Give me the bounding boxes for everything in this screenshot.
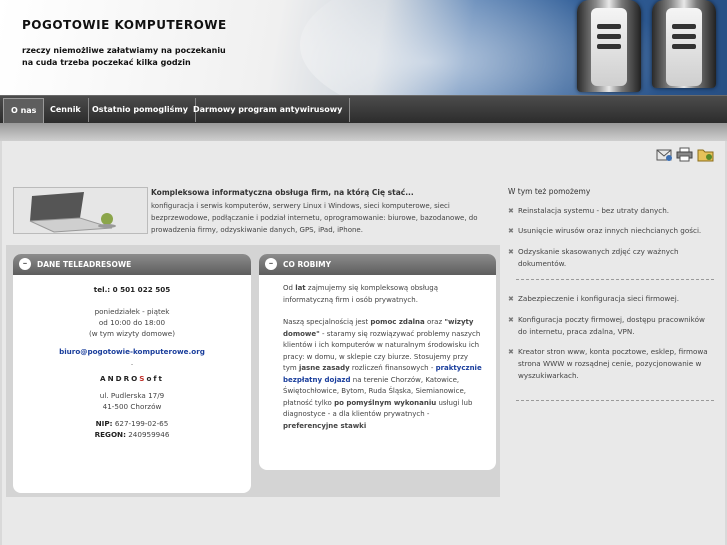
nav-ostatnio-pomoglismy[interactable]: Ostatnio pomogliśmy [85,98,196,122]
subheader-band [0,123,727,141]
bullet-x-icon: ✖ [508,227,514,235]
sidebar-item: ✖ Konfiguracja poczty firmowej, dostępu p… [508,314,713,338]
contact-panel: – DANE TELEADRESOWE tel.: 0 501 022 505 … [13,254,251,493]
bullet-x-icon: ✖ [508,295,514,303]
sidebar-item-label: Odzyskanie skasowanych zdjęć czy ważnych… [518,247,679,268]
phone-number: tel.: 0 501 022 505 [93,285,171,294]
site-tagline: rzeczy niemożliwe załatwiamy na poczekan… [22,45,226,69]
bookmark-folder-icon[interactable] [697,147,714,162]
regon-label: REGON: [94,430,126,439]
services-panel: – CO ROBIMY Od lat zajmujemy się komplek… [259,254,496,470]
text-run: oraz [424,318,445,326]
nav-cennik[interactable]: Cennik [43,98,89,122]
company-name: ANDROSoft [13,373,251,384]
sidebar-item: ✖ Kreator stron www, konta pocztowe, eskl… [508,346,713,382]
sidebar-item: ✖ Odzyskanie skasowanych zdjęć czy ważnyc… [508,246,713,270]
minus-circle-icon[interactable]: – [19,258,31,270]
contact-details: tel.: 0 501 022 505 poniedziałek - piąte… [13,275,251,440]
nip-label: NIP: [95,419,113,428]
sidebar-item-label: Usunięcie wirusów oraz innych niechciany… [518,226,702,235]
site-header: POGOTOWIE KOMPUTEROWE rzeczy niemożliwe … [0,0,727,95]
nip-row: NIP: 627-199-02-65 [13,418,251,429]
text-run-bold: pomoc zdalna [370,318,425,326]
sidebar-divider [516,400,714,401]
regon-row: REGON: 240959946 [13,429,251,440]
sidebar-item-label: Konfiguracja poczty firmowej, dostępu pr… [518,315,705,336]
hours-days: poniedziałek - piątek [94,307,170,316]
services-paragraph-1: Od lat zajmujemy się kompleksową obsługą… [283,283,482,306]
company-name-part: ANDRO [100,374,140,383]
intro-title: Kompleksowa informatyczna obsługa firm, … [151,188,414,197]
sidebar-item: ✖ Reinstalacja systemu - bez utraty danyc… [508,205,713,217]
contact-panel-title: DANE TELEADRESOWE [37,260,132,269]
bullet-x-icon: ✖ [508,207,514,215]
services-panel-header: – CO ROBIMY [259,254,496,275]
main-navigation: O nas Cennik Ostatnio pomogliśmy Darmowy… [0,95,727,124]
separator-dot: . [130,358,134,367]
computer-tower-illustration [652,0,716,88]
services-paragraph-2: Naszą specjalnością jest pomoc zdalna or… [283,317,482,432]
text-run: zajmujemy się kompleksową obsługą inform… [283,284,438,304]
computer-tower-illustration [577,0,641,92]
email-icon[interactable] [656,147,673,162]
intro-text: konfiguracja i serwis komputerów, serwer… [151,202,478,234]
services-panel-title: CO ROBIMY [283,260,332,269]
email-link[interactable]: biuro@pogotowie-komputerowe.org [13,346,251,357]
tagline-line-1: rzeczy niemożliwe załatwiamy na poczekan… [22,46,226,55]
text-run-bold: jasne zasady [298,364,350,372]
sidebar-divider [516,279,714,280]
sidebar-item: ✖ Usunięcie wirusów oraz innych niechcian… [508,225,713,237]
print-icon[interactable] [676,147,693,162]
text-run: Naszą specjalnością jest [283,318,371,326]
tagline-line-2: na cuda trzeba poczekać kilka godzin [22,58,191,67]
text-run-bold: po pomyślnym wykonaniu [334,398,437,407]
nip-value: 627-199-02-65 [114,419,169,428]
minus-circle-icon[interactable]: – [265,258,277,270]
text-run-bold: lat [295,284,306,292]
city-address: 41-500 Chorzów [102,402,162,411]
sidebar-item-label: Zabezpieczenie i konfiguracja sieci firm… [518,294,679,303]
sidebar-heading: W tym też pomożemy [508,187,591,196]
hours-note: (w tym wizyty domowe) [88,329,176,338]
text-run: Od [283,284,296,292]
laptop-photo [13,187,148,234]
sidebar-item: ✖ Zabezpieczenie i konfiguracja sieci fir… [508,293,713,305]
sidebar-item-label: Reinstalacja systemu - bez utraty danych… [518,206,670,215]
regon-value: 240959946 [128,430,170,439]
contact-panel-header: – DANE TELEADRESOWE [13,254,251,275]
bullet-x-icon: ✖ [508,316,514,324]
street-address: ul. Pudlerska 17/9 [99,391,165,400]
text-run-bold: preferencyjne stawki [283,421,367,430]
hours-time: od 10:00 do 18:00 [98,318,166,327]
company-name-part: oft [146,374,164,383]
sidebar-item-label: Kreator stron www, konta pocztowe, eskle… [518,347,708,380]
nav-darmowy-antywirus[interactable]: Darmowy program antywirusowy [186,98,351,122]
text-run: rozliczeń finansowych - [349,364,436,372]
bullet-x-icon: ✖ [508,348,514,356]
nav-o-nas[interactable]: O nas [3,98,45,124]
bullet-x-icon: ✖ [508,248,514,256]
site-title: POGOTOWIE KOMPUTEROWE [22,18,227,32]
services-text: Od lat zajmujemy się kompleksową obsługą… [259,275,496,432]
